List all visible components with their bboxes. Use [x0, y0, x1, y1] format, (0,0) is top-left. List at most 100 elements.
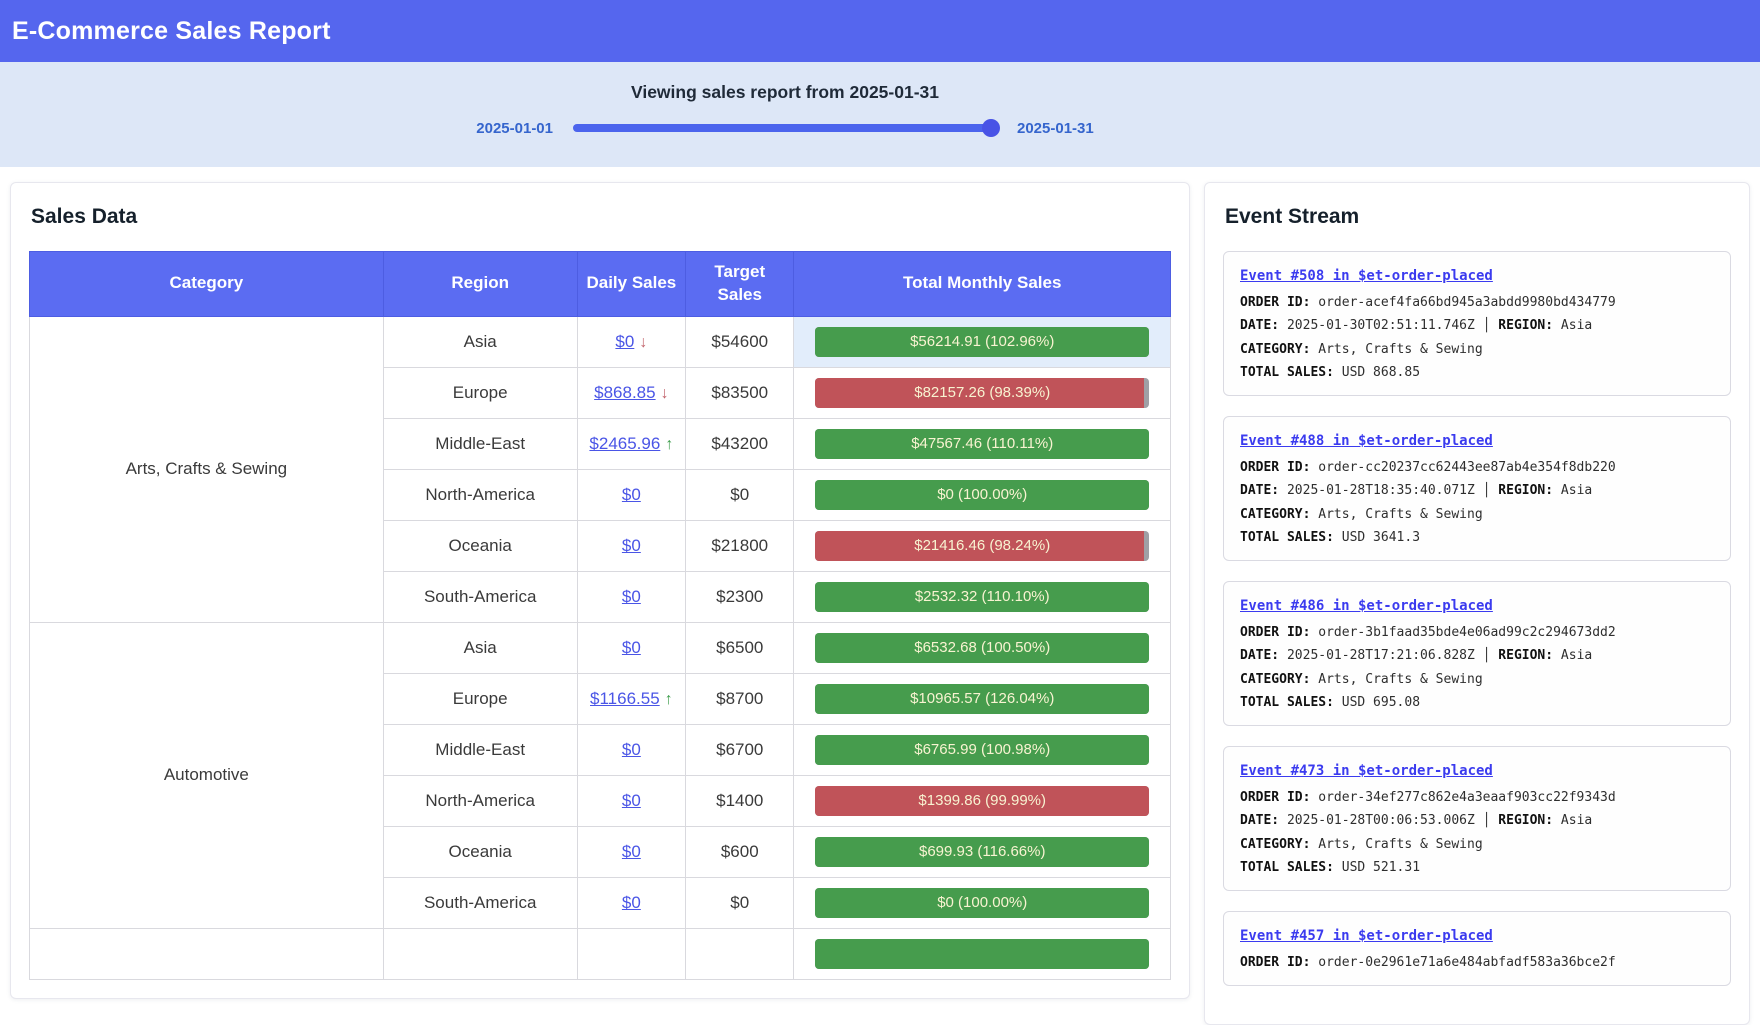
daily-sales-link[interactable]: $868.85: [594, 383, 655, 402]
region-cell: Europe: [383, 367, 577, 418]
progress-badge: [815, 939, 1149, 969]
app-header: E-Commerce Sales Report: [0, 0, 1760, 62]
main-content: Sales Data Category Region Daily Sales T…: [0, 167, 1760, 1025]
event-link[interactable]: Event #457 in $et-order-placed: [1240, 928, 1493, 944]
event-link[interactable]: Event #508 in $et-order-placed: [1240, 268, 1493, 284]
progress-badge: $6765.99 (100.98%): [815, 735, 1149, 765]
slider-track[interactable]: [573, 124, 997, 132]
progress-badge-label: $6765.99 (100.98%): [815, 735, 1149, 765]
daily-sales-link[interactable]: $0: [622, 536, 641, 555]
daily-sales-link[interactable]: $0: [622, 485, 641, 504]
sales-data-title: Sales Data: [31, 205, 1171, 229]
event-detail-line: TOTAL SALES: USD 521.31: [1240, 860, 1714, 876]
report-range-title: Viewing sales report from 2025-01-31: [0, 82, 1570, 103]
col-header-daily-sales: Daily Sales: [577, 252, 685, 317]
region-cell: [383, 928, 577, 979]
slider-thumb[interactable]: [982, 119, 1000, 137]
daily-sales-link[interactable]: $0: [615, 332, 634, 351]
target-sales-cell: $0: [686, 469, 794, 520]
event-detail-line: CATEGORY: Arts, Crafts & Sewing: [1240, 507, 1714, 523]
progress-badge: $47567.46 (110.11%): [815, 429, 1149, 459]
progress-badge: $0 (100.00%): [815, 480, 1149, 510]
target-sales-cell: $1400: [686, 775, 794, 826]
daily-sales-link[interactable]: $0: [622, 740, 641, 759]
report-range-section: Viewing sales report from 2025-01-31 202…: [0, 62, 1760, 167]
region-cell: South-America: [383, 571, 577, 622]
category-cell: Automotive: [30, 622, 384, 928]
daily-sales-cell: $0: [577, 775, 685, 826]
slider-max-label: 2025-01-31: [1017, 120, 1094, 137]
region-cell: Asia: [383, 622, 577, 673]
progress-badge: $10965.57 (126.04%): [815, 684, 1149, 714]
total-monthly-sales-cell: $0 (100.00%): [794, 877, 1171, 928]
daily-sales-cell: $0: [577, 571, 685, 622]
daily-sales-link[interactable]: $0: [622, 587, 641, 606]
target-sales-cell: $54600: [686, 316, 794, 367]
event-link[interactable]: Event #486 in $et-order-placed: [1240, 598, 1493, 614]
total-monthly-sales-cell: $21416.46 (98.24%): [794, 520, 1171, 571]
progress-badge-label: $1399.86 (99.99%): [815, 786, 1149, 816]
progress-badge: $56214.91 (102.96%): [815, 327, 1149, 357]
daily-sales-cell: $0: [577, 826, 685, 877]
region-cell: Oceania: [383, 826, 577, 877]
target-sales-cell: $6500: [686, 622, 794, 673]
progress-badge: $2532.32 (110.10%): [815, 582, 1149, 612]
daily-sales-cell: $0: [577, 469, 685, 520]
total-monthly-sales-cell: $6532.68 (100.50%): [794, 622, 1171, 673]
total-monthly-sales-cell: $47567.46 (110.11%): [794, 418, 1171, 469]
table-row: [30, 928, 1171, 979]
daily-sales-cell: $0: [577, 877, 685, 928]
col-header-category: Category: [30, 252, 384, 317]
total-monthly-sales-cell: $1399.86 (99.99%): [794, 775, 1171, 826]
daily-sales-link[interactable]: $2465.96: [589, 434, 660, 453]
progress-badge-label: $0 (100.00%): [815, 480, 1149, 510]
event-link[interactable]: Event #488 in $et-order-placed: [1240, 433, 1493, 449]
total-monthly-sales-cell: $10965.57 (126.04%): [794, 673, 1171, 724]
sales-table-body: Arts, Crafts & SewingAsia $0 ↓ $54600 $56214…: [30, 316, 1171, 979]
daily-sales-cell: $1166.55 ↑: [577, 673, 685, 724]
event-detail-line: DATE: 2025-01-28T17:21:06.828Z │ REGION:…: [1240, 648, 1714, 664]
daily-sales-link[interactable]: $0: [622, 842, 641, 861]
daily-sales-cell: $868.85 ↓: [577, 367, 685, 418]
daily-sales-link[interactable]: $1166.55: [590, 689, 660, 708]
col-header-target-sales: Target Sales: [686, 252, 794, 317]
date-slider[interactable]: [573, 119, 997, 137]
event-card: Event #508 in $et-order-placedORDER ID: …: [1223, 251, 1731, 396]
trend-up-icon: ↑: [665, 691, 673, 708]
event-detail-line: DATE: 2025-01-28T18:35:40.071Z │ REGION:…: [1240, 483, 1714, 499]
daily-sales-link[interactable]: $0: [622, 791, 641, 810]
progress-badge-label: $10965.57 (126.04%): [815, 684, 1149, 714]
daily-sales-cell: $0 ↓: [577, 316, 685, 367]
target-sales-cell: $43200: [686, 418, 794, 469]
region-cell: North-America: [383, 469, 577, 520]
region-cell: Oceania: [383, 520, 577, 571]
daily-sales-link[interactable]: $0: [622, 638, 641, 657]
progress-badge: $699.93 (116.66%): [815, 837, 1149, 867]
progress-badge-label: $2532.32 (110.10%): [815, 582, 1149, 612]
event-detail-line: CATEGORY: Arts, Crafts & Sewing: [1240, 672, 1714, 688]
total-monthly-sales-cell: $699.93 (116.66%): [794, 826, 1171, 877]
progress-badge: $21416.46 (98.24%): [815, 531, 1149, 561]
slider-fill: [573, 124, 997, 132]
event-detail-line: ORDER ID: order-3b1faad35bde4e06ad99c2c2…: [1240, 625, 1714, 641]
slider-min-label: 2025-01-01: [476, 120, 553, 137]
progress-badge-label: $21416.46 (98.24%): [815, 531, 1149, 561]
daily-sales-cell: $2465.96↑: [577, 418, 685, 469]
event-detail-line: TOTAL SALES: USD 695.08: [1240, 695, 1714, 711]
progress-badge-label: $82157.26 (98.39%): [815, 378, 1149, 408]
region-cell: Europe: [383, 673, 577, 724]
event-card: Event #457 in $et-order-placedORDER ID: …: [1223, 911, 1731, 986]
target-sales-cell: [686, 928, 794, 979]
region-cell: North-America: [383, 775, 577, 826]
daily-sales-link[interactable]: $0: [622, 893, 641, 912]
daily-sales-cell: $0: [577, 724, 685, 775]
event-detail-line: ORDER ID: order-cc20237cc62443ee87ab4e35…: [1240, 460, 1714, 476]
trend-down-icon: ↓: [639, 334, 647, 351]
event-link[interactable]: Event #473 in $et-order-placed: [1240, 763, 1493, 779]
category-cell: Arts, Crafts & Sewing: [30, 316, 384, 622]
table-header-row: Category Region Daily Sales Target Sales…: [30, 252, 1171, 317]
target-sales-cell: $21800: [686, 520, 794, 571]
trend-down-icon: ↓: [661, 385, 669, 402]
event-stream-card: Event Stream Event #508 in $et-order-pla…: [1204, 182, 1750, 1025]
progress-badge-fill: [815, 939, 1149, 969]
